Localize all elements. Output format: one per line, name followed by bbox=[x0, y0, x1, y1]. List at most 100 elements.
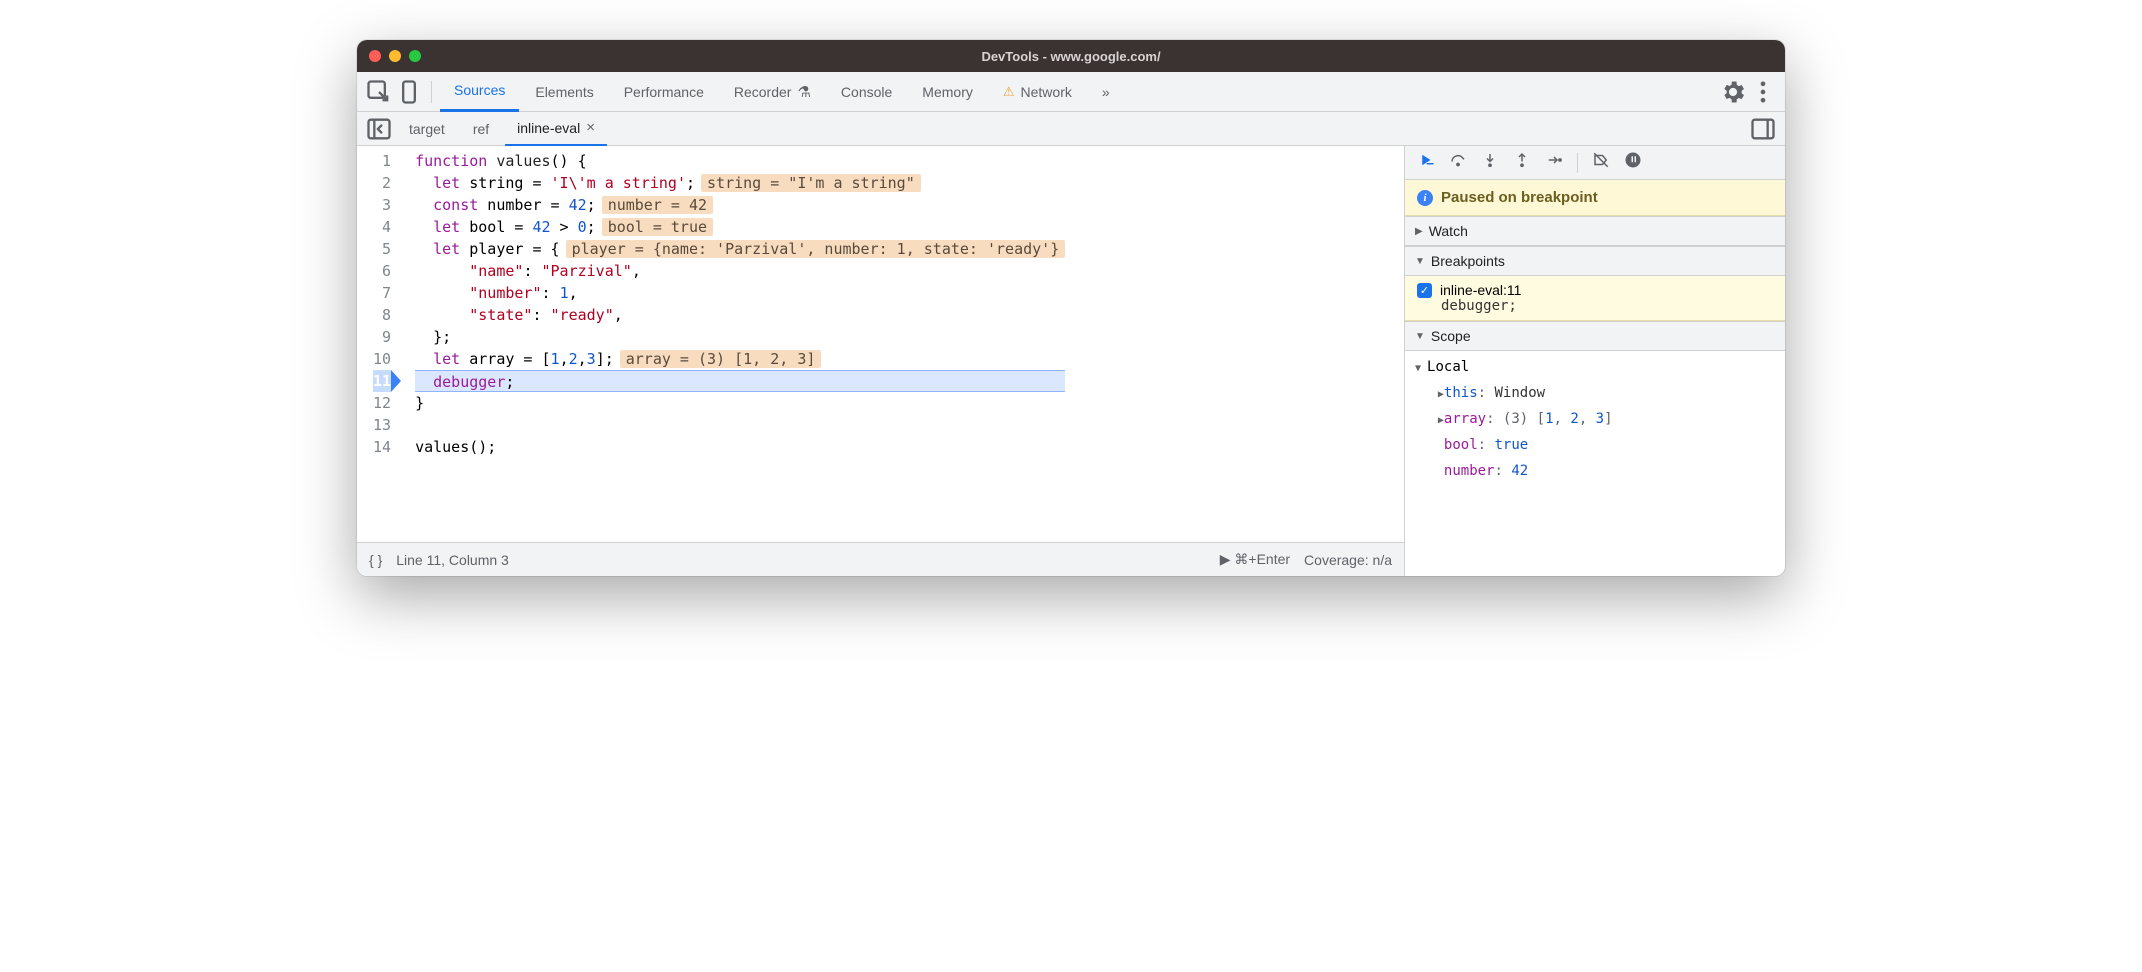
line-number[interactable]: 12 bbox=[373, 392, 391, 414]
tab-elements[interactable]: Elements bbox=[521, 72, 607, 112]
line-number[interactable]: 4 bbox=[373, 216, 391, 238]
chevron-down-icon: ▼ bbox=[1415, 331, 1425, 342]
code-line[interactable] bbox=[415, 414, 1065, 436]
window-titlebar: DevTools - www.google.com/ bbox=[357, 40, 1785, 72]
inline-value: number = 42 bbox=[602, 196, 713, 214]
tab-console[interactable]: Console bbox=[827, 72, 906, 112]
file-tabbar: targetrefinline-eval× bbox=[357, 112, 1785, 146]
step-into-button[interactable] bbox=[1481, 151, 1499, 174]
code-editor[interactable]: 1234567891011121314 function values() { … bbox=[357, 146, 1404, 542]
separator bbox=[1577, 153, 1578, 173]
line-number[interactable]: 8 bbox=[373, 304, 391, 326]
pause-on-exceptions-button[interactable] bbox=[1624, 151, 1642, 174]
chevron-right-icon: ▶ bbox=[1415, 226, 1423, 237]
breakpoint-checkbox[interactable]: ✓ bbox=[1417, 283, 1432, 298]
chevron-down-icon: ▼ bbox=[1415, 256, 1425, 267]
code-line[interactable]: let player = {player = {name: 'Parzival'… bbox=[415, 238, 1065, 260]
code-line[interactable]: "state": "ready", bbox=[415, 304, 1065, 326]
pretty-print-icon[interactable]: { } bbox=[369, 552, 382, 568]
code-line[interactable]: debugger; bbox=[415, 370, 1065, 392]
device-toolbar-icon[interactable] bbox=[395, 78, 423, 106]
code-content[interactable]: function values() { let string = 'I\'m a… bbox=[401, 146, 1065, 542]
editor-statusbar: { } Line 11, Column 3 ▶ ⌘+Enter Coverage… bbox=[357, 542, 1404, 576]
line-number[interactable]: 13 bbox=[373, 414, 391, 436]
scope-variable[interactable]: ▶array: (3) [1, 2, 3] bbox=[1415, 407, 1781, 433]
cursor-position: Line 11, Column 3 bbox=[396, 552, 509, 568]
tab-recorder[interactable]: Recorder⚗ bbox=[720, 72, 825, 112]
step-over-button[interactable] bbox=[1449, 151, 1467, 174]
tab-performance[interactable]: Performance bbox=[610, 72, 718, 112]
watch-label: Watch bbox=[1429, 223, 1468, 239]
scope-label: Scope bbox=[1431, 328, 1471, 344]
line-number[interactable]: 2 bbox=[373, 172, 391, 194]
coverage-status: Coverage: n/a bbox=[1304, 552, 1392, 568]
line-number[interactable]: 3 bbox=[373, 194, 391, 216]
debugger-controls bbox=[1405, 146, 1785, 180]
code-line[interactable]: } bbox=[415, 392, 1065, 414]
breakpoints-label: Breakpoints bbox=[1431, 253, 1505, 269]
step-out-button[interactable] bbox=[1513, 151, 1531, 174]
code-line[interactable]: const number = 42;number = 42 bbox=[415, 194, 1065, 216]
line-number[interactable]: 10 bbox=[373, 348, 391, 370]
scope-variable[interactable]: ▶this: Window bbox=[1415, 381, 1781, 407]
code-line[interactable]: }; bbox=[415, 326, 1065, 348]
line-number[interactable]: 7 bbox=[373, 282, 391, 304]
inline-value: string = "I'm a string" bbox=[701, 174, 921, 192]
scope-variable[interactable]: bool: true bbox=[1415, 433, 1781, 459]
inspect-element-icon[interactable] bbox=[365, 78, 393, 106]
file-tab-ref[interactable]: ref bbox=[461, 112, 501, 146]
inline-value: array = (3) [1, 2, 3] bbox=[620, 350, 822, 368]
file-tab-target[interactable]: target bbox=[397, 112, 457, 146]
run-snippet-button[interactable]: ▶ ⌘+Enter bbox=[1220, 551, 1290, 568]
breakpoint-item[interactable]: ✓ inline-eval:11 debugger; bbox=[1405, 276, 1785, 321]
line-number[interactable]: 6 bbox=[373, 260, 391, 282]
resume-button[interactable] bbox=[1417, 151, 1435, 174]
file-tab-inline-eval[interactable]: inline-eval× bbox=[505, 112, 607, 146]
line-number[interactable]: 5 bbox=[373, 238, 391, 260]
code-line[interactable]: "name": "Parzival", bbox=[415, 260, 1065, 282]
navigator-toggle-icon[interactable] bbox=[365, 115, 393, 143]
settings-gear-icon[interactable] bbox=[1719, 78, 1747, 106]
kebab-menu-icon[interactable] bbox=[1749, 78, 1777, 106]
window-title: DevTools - www.google.com/ bbox=[357, 49, 1785, 64]
line-number[interactable]: 14 bbox=[373, 436, 391, 458]
editor-column: 1234567891011121314 function values() { … bbox=[357, 146, 1405, 576]
watch-section-header[interactable]: ▶ Watch bbox=[1405, 216, 1785, 246]
tab-network[interactable]: ⚠Network bbox=[989, 72, 1086, 112]
line-number[interactable]: 11 bbox=[373, 370, 391, 392]
breakpoints-section-header[interactable]: ▼ Breakpoints bbox=[1405, 246, 1785, 276]
line-number[interactable]: 9 bbox=[373, 326, 391, 348]
scope-local-header[interactable]: ▼ Local bbox=[1415, 355, 1781, 381]
devtools-window: DevTools - www.google.com/ SourcesElemen… bbox=[357, 40, 1785, 576]
code-line[interactable]: let string = 'I\'m a string';string = "I… bbox=[415, 172, 1065, 194]
tab-sources[interactable]: Sources bbox=[440, 72, 519, 112]
code-line[interactable]: let array = [1,2,3];array = (3) [1, 2, 3… bbox=[415, 348, 1065, 370]
scope-variable[interactable]: number: 42 bbox=[1415, 459, 1781, 485]
code-line[interactable]: let bool = 42 > 0;bool = true bbox=[415, 216, 1065, 238]
close-tab-icon[interactable]: × bbox=[586, 119, 595, 136]
warning-icon: ⚠ bbox=[1003, 84, 1015, 100]
code-line[interactable]: values(); bbox=[415, 436, 1065, 458]
step-button[interactable] bbox=[1545, 151, 1563, 174]
breakpoint-location: inline-eval:11 bbox=[1440, 282, 1521, 298]
info-icon: i bbox=[1417, 190, 1433, 206]
traffic-lights bbox=[369, 50, 421, 62]
tab-memory[interactable]: Memory bbox=[908, 72, 987, 112]
deactivate-breakpoints-button[interactable] bbox=[1592, 151, 1610, 174]
more-tabs-button[interactable]: » bbox=[1088, 72, 1124, 112]
close-window-button[interactable] bbox=[369, 50, 381, 62]
minimize-window-button[interactable] bbox=[389, 50, 401, 62]
breakpoint-snippet: debugger; bbox=[1417, 298, 1773, 314]
panel-tabbar: SourcesElementsPerformanceRecorder⚗Conso… bbox=[357, 72, 1785, 112]
scope-section-header[interactable]: ▼ Scope bbox=[1405, 321, 1785, 351]
zoom-window-button[interactable] bbox=[409, 50, 421, 62]
inline-value: player = {name: 'Parzival', number: 1, s… bbox=[566, 240, 1066, 258]
line-number[interactable]: 1 bbox=[373, 150, 391, 172]
flask-icon: ⚗ bbox=[797, 83, 810, 101]
more-files-icon[interactable] bbox=[1749, 115, 1777, 143]
line-gutter[interactable]: 1234567891011121314 bbox=[357, 146, 401, 542]
paused-banner: i Paused on breakpoint bbox=[1405, 180, 1785, 216]
scope-content: ▼ Local ▶this: Window ▶array: (3) [1, 2,… bbox=[1405, 351, 1785, 485]
code-line[interactable]: "number": 1, bbox=[415, 282, 1065, 304]
code-line[interactable]: function values() { bbox=[415, 150, 1065, 172]
